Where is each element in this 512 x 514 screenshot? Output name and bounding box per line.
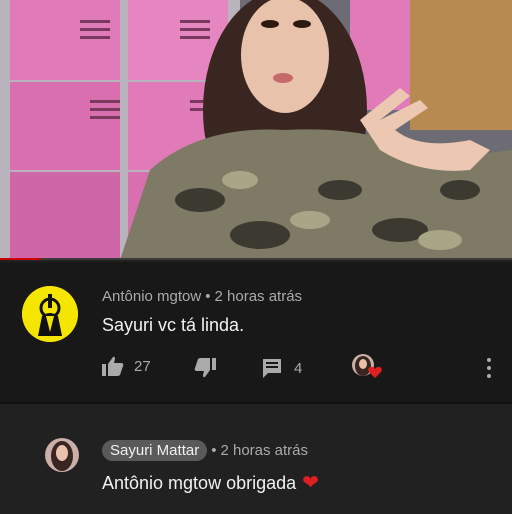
comment: Antônio mgtow • 2 horas atrás Sayuri vc tá…	[0, 262, 512, 402]
creator-heart	[352, 354, 382, 380]
more-options-button[interactable]	[486, 358, 492, 378]
dislike-button[interactable]	[194, 358, 216, 378]
like-button[interactable]: 27	[102, 356, 151, 376]
mgtow-logo-icon	[22, 286, 78, 342]
reply-avatar[interactable]	[45, 438, 79, 472]
meta-separator: •	[205, 288, 211, 305]
heart-icon	[368, 366, 382, 378]
video-frame[interactable]	[0, 0, 512, 260]
selfie-image	[0, 0, 512, 260]
video-progress-bar[interactable]	[0, 258, 512, 260]
comment-author[interactable]: Antônio mgtow	[102, 288, 201, 305]
creator-name-badge[interactable]: Sayuri Mattar	[102, 440, 208, 461]
reply-meta: Sayuri Mattar • 2 horas atrás	[102, 440, 308, 461]
video-progress-fill	[0, 258, 41, 260]
reply-comment: Sayuri Mattar • 2 horas atrás Antônio mgto…	[0, 402, 512, 514]
comment-text: Sayuri vc tá linda.	[102, 315, 245, 335]
reply-text-line: Antônio mgtow obrigada ❤	[102, 470, 319, 495]
reply-count: 4	[294, 359, 303, 377]
comment-meta: Antônio mgtow • 2 horas atrás	[102, 288, 302, 305]
like-count: 27	[134, 357, 151, 375]
comment-time: 2 horas atrás	[214, 288, 303, 305]
reply-button[interactable]: 4	[262, 358, 302, 378]
kebab-dot	[487, 366, 491, 370]
meta-separator: •	[211, 442, 217, 459]
kebab-dot	[487, 374, 491, 378]
commenter-avatar[interactable]	[22, 286, 78, 342]
comment-icon	[263, 359, 281, 378]
heart-emoji-icon: ❤	[302, 472, 319, 494]
reply-time: 2 horas atrás	[220, 442, 309, 459]
kebab-dot	[487, 358, 491, 362]
reply-text: Antônio mgtow obrigada	[102, 473, 297, 493]
comment-actions: 27 4	[102, 354, 502, 380]
thumbs-up-icon	[102, 356, 124, 376]
thumbs-down-icon	[194, 358, 216, 378]
